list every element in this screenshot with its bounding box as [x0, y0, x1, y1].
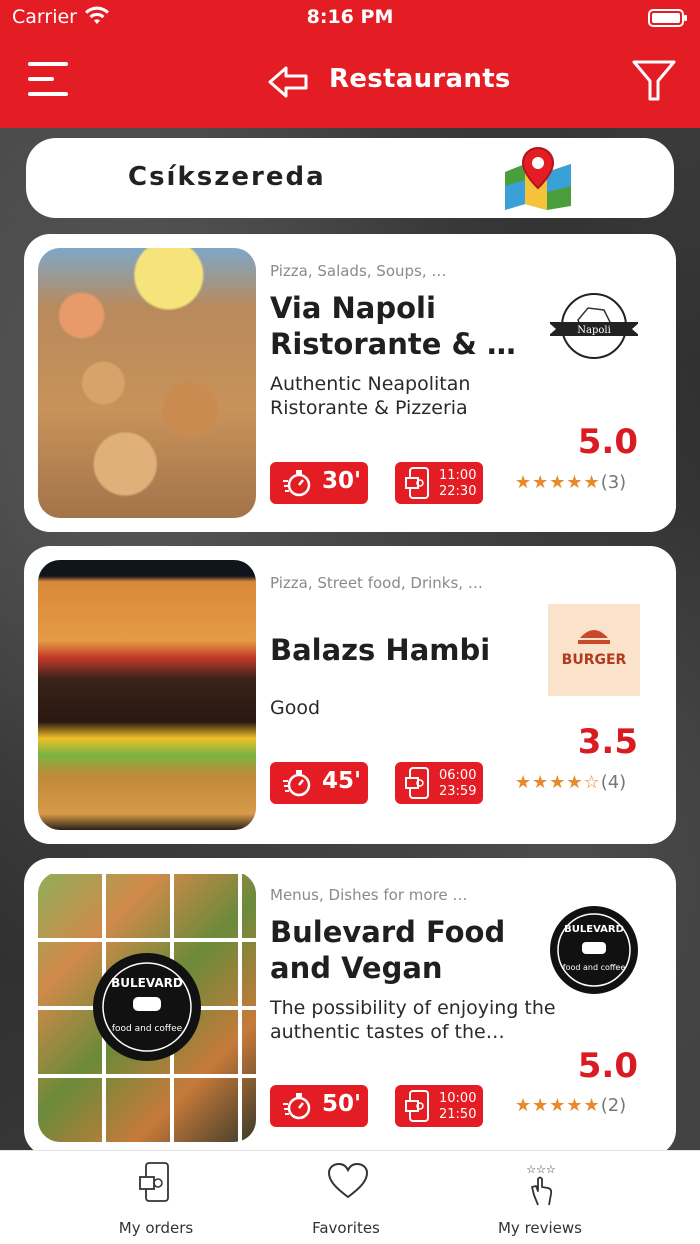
open-time: 06:00	[439, 768, 477, 783]
logo-text: Napoli	[577, 325, 611, 336]
opening-hours-badge: 11:00 22:30	[395, 462, 483, 504]
status-bar: Carrier 8:16 PM	[0, 0, 700, 36]
reviews-stars-hand-icon: ☆☆☆	[526, 1163, 556, 1206]
review-count: (4)	[600, 772, 627, 793]
review-count: (2)	[600, 1095, 627, 1116]
delivery-time-badge: 45'	[270, 762, 368, 804]
app-header: Carrier 8:16 PM Restaurants	[0, 0, 700, 128]
rating-value: 5.0	[577, 422, 638, 462]
emblem-text: BULEVARD	[111, 976, 183, 990]
phone-order-icon	[405, 467, 429, 499]
tab-label: Favorites	[312, 1219, 380, 1237]
delivery-time: 30'	[322, 468, 362, 494]
close-time: 22:30	[439, 484, 477, 499]
restaurant-name: Balazs Hambi	[270, 633, 491, 667]
tab-favorites[interactable]: Favorites	[271, 1151, 421, 1244]
rating-value: 3.5	[577, 722, 638, 762]
svg-text:☆☆☆: ☆☆☆	[526, 1163, 556, 1176]
restaurant-categories: Menus, Dishes for more …	[270, 886, 468, 904]
page-title: Restaurants	[329, 64, 511, 94]
opening-hours-badge: 10:00 21:50	[395, 1085, 483, 1127]
logo-text: BURGER	[562, 652, 627, 668]
star-rating: ★★★★★(2)	[515, 1095, 626, 1116]
restaurant-photo: BULEVARD food and coffee	[38, 872, 256, 1142]
emblem-subtext: food and coffee	[112, 1024, 183, 1034]
logo-subtext: food and coffee	[563, 963, 626, 972]
restaurant-categories: Pizza, Salads, Soups, …	[270, 262, 447, 280]
location-selector[interactable]: Csíkszereda	[26, 138, 674, 218]
timer-icon	[283, 770, 311, 797]
restaurant-categories: Pizza, Street food, Drinks, …	[270, 574, 483, 592]
delivery-time-badge: 30'	[270, 462, 368, 504]
heart-icon	[327, 1162, 369, 1199]
bulevard-emblem: BULEVARD food and coffee	[93, 953, 201, 1061]
star-rating: ★★★★★(3)	[515, 472, 626, 493]
review-count: (3)	[600, 472, 627, 493]
delivery-time: 45'	[322, 768, 362, 794]
restaurant-name: Bulevard Food and Vegan	[270, 915, 506, 985]
restaurant-logo: BULEVARD food and coffee	[550, 906, 638, 994]
restaurant-photo	[38, 560, 256, 830]
battery-icon	[648, 9, 687, 27]
hamburger-menu-icon[interactable]	[28, 62, 68, 98]
orders-phone-icon	[139, 1162, 169, 1202]
close-time: 21:50	[439, 1107, 477, 1122]
restaurant-logo: Napoli	[548, 293, 640, 359]
back-arrow-icon[interactable]	[266, 64, 310, 100]
timer-icon	[283, 470, 311, 497]
restaurant-card[interactable]: Pizza, Salads, Soups, … Via Napoli Risto…	[24, 234, 676, 532]
city-label: Csíkszereda	[128, 162, 326, 192]
restaurant-description: Authentic Neapolitan Ristorante & Pizzer…	[270, 373, 471, 419]
rating-value: 5.0	[577, 1046, 638, 1086]
map-pin-icon[interactable]	[501, 146, 575, 212]
phone-order-icon	[405, 767, 429, 799]
clock: 8:16 PM	[306, 6, 394, 28]
rating-stars: ★★★★☆	[515, 772, 601, 793]
close-time: 23:59	[439, 784, 477, 799]
restaurant-photo	[38, 248, 256, 518]
tab-label: My orders	[118, 1219, 194, 1237]
restaurant-description: Good	[270, 697, 321, 719]
tab-my-orders[interactable]: My orders	[81, 1151, 231, 1244]
tab-my-reviews[interactable]: ☆☆☆ My reviews	[465, 1151, 615, 1244]
rating-stars: ★★★★★	[515, 472, 601, 493]
filter-icon[interactable]	[631, 58, 677, 104]
star-rating: ★★★★☆(4)	[515, 772, 626, 793]
rating-stars: ★★★★★	[515, 1095, 601, 1116]
open-time: 10:00	[439, 1091, 477, 1106]
phone-order-icon	[405, 1090, 429, 1122]
opening-hours-badge: 06:00 23:59	[395, 762, 483, 804]
timer-icon	[283, 1093, 311, 1120]
logo-text: BULEVARD	[564, 924, 624, 935]
restaurant-card[interactable]: Pizza, Street food, Drinks, … Balazs Ham…	[24, 546, 676, 844]
restaurant-description: The possibility of enjoying the authenti…	[270, 997, 556, 1043]
tab-label: My reviews	[497, 1219, 582, 1237]
open-time: 11:00	[439, 468, 477, 483]
delivery-time: 50'	[322, 1091, 362, 1117]
bottom-tab-bar: My orders Favorites ☆☆☆ My reviews	[0, 1150, 700, 1244]
restaurant-name: Via Napoli Ristorante & …	[270, 291, 516, 361]
delivery-time-badge: 50'	[270, 1085, 368, 1127]
restaurant-card[interactable]: BULEVARD food and coffee Menus, Dishes f…	[24, 858, 676, 1156]
restaurant-logo: BURGER	[548, 604, 640, 696]
